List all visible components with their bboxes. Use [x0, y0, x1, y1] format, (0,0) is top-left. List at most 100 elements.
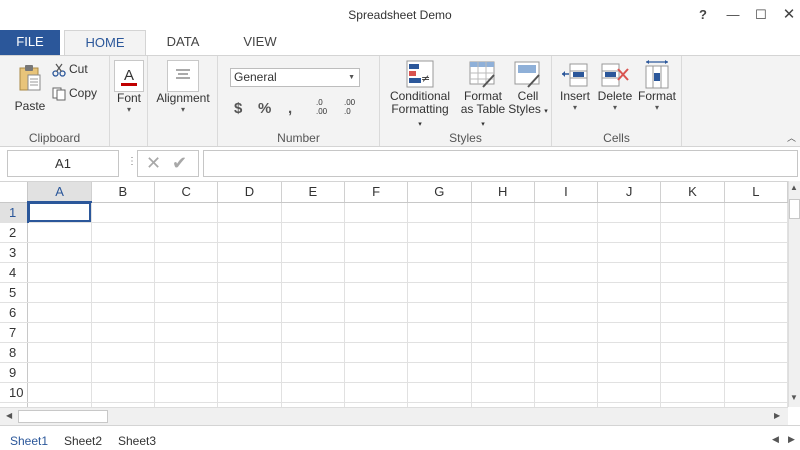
- grid-cell[interactable]: [91, 282, 156, 303]
- grid-cell[interactable]: [217, 362, 282, 383]
- grid-cell[interactable]: [344, 362, 409, 383]
- grid-cell[interactable]: [597, 202, 662, 223]
- column-header[interactable]: F: [344, 182, 409, 203]
- help-button[interactable]: ?: [692, 5, 714, 25]
- grid-cell[interactable]: [281, 342, 345, 363]
- cell-styles-button[interactable]: Cell Styles ▾: [508, 60, 548, 118]
- grid-cell[interactable]: [471, 342, 535, 363]
- grid-cell[interactable]: [344, 262, 409, 283]
- increase-decimal-button[interactable]: .0 .00: [316, 98, 338, 116]
- grid-cell[interactable]: [154, 262, 219, 283]
- grid-cell[interactable]: [281, 202, 345, 223]
- grid-cell[interactable]: [407, 222, 472, 243]
- grid-cell[interactable]: [660, 222, 725, 243]
- grid-cell[interactable]: [91, 222, 156, 243]
- next-sheet-icon[interactable]: ▶: [788, 434, 795, 445]
- scroll-left-icon[interactable]: ◀: [6, 411, 12, 420]
- grid-cell[interactable]: [91, 242, 156, 263]
- scroll-right-icon[interactable]: ▶: [774, 411, 780, 420]
- grid-cell[interactable]: [91, 382, 156, 403]
- column-header[interactable]: G: [407, 182, 472, 203]
- tab-home[interactable]: HOME: [64, 30, 146, 56]
- grid-cell[interactable]: [597, 222, 662, 243]
- column-header[interactable]: D: [217, 182, 282, 203]
- grid-cell[interactable]: [91, 202, 156, 223]
- grid-cell[interactable]: [471, 382, 535, 403]
- grid-cell[interactable]: [407, 282, 472, 303]
- grid-cell[interactable]: [407, 342, 472, 363]
- grid-cell[interactable]: [281, 262, 345, 283]
- row-header[interactable]: 1: [0, 202, 29, 223]
- grid-cell[interactable]: [471, 302, 535, 323]
- grid-cell[interactable]: [154, 322, 219, 343]
- grid-cell[interactable]: [344, 302, 409, 323]
- tab-data[interactable]: DATA: [152, 30, 214, 56]
- tab-view[interactable]: VIEW: [230, 30, 290, 56]
- select-all-corner[interactable]: [0, 182, 29, 203]
- grid-cell[interactable]: [471, 202, 535, 223]
- grid-cell[interactable]: [597, 282, 662, 303]
- grid-cell[interactable]: [597, 322, 662, 343]
- sheet-tab-1[interactable]: Sheet1: [10, 434, 48, 448]
- row-header[interactable]: 5: [0, 282, 29, 303]
- grid-cell[interactable]: [660, 302, 725, 323]
- grid-cell[interactable]: [344, 342, 409, 363]
- scroll-up-icon[interactable]: ▲: [790, 183, 798, 192]
- grid-cell[interactable]: [154, 242, 219, 263]
- grid-cell[interactable]: [91, 342, 156, 363]
- grid-cell[interactable]: [597, 242, 662, 263]
- grid-cell[interactable]: [407, 202, 472, 223]
- grid-cell[interactable]: [154, 282, 219, 303]
- grid-cell[interactable]: [724, 262, 788, 283]
- grid-cell[interactable]: [91, 362, 156, 383]
- grid-cell[interactable]: [724, 362, 788, 383]
- paste-button[interactable]: Paste: [12, 64, 48, 113]
- more-options-icon[interactable]: ⋮: [127, 156, 137, 167]
- grid-cell[interactable]: [660, 202, 725, 223]
- copy-button[interactable]: Copy: [52, 86, 106, 104]
- percent-button[interactable]: %: [258, 100, 271, 117]
- conditional-formatting-button[interactable]: ≠ Conditional Formatting ▾: [388, 60, 452, 131]
- grid-cell[interactable]: [217, 222, 282, 243]
- grid-cell[interactable]: [471, 322, 535, 343]
- grid-cell[interactable]: [660, 362, 725, 383]
- column-header[interactable]: K: [660, 182, 725, 203]
- grid-cell[interactable]: [724, 342, 788, 363]
- grid-cell[interactable]: [154, 342, 219, 363]
- grid-cell[interactable]: [281, 302, 345, 323]
- grid-cell[interactable]: [660, 322, 725, 343]
- formula-input[interactable]: [203, 150, 798, 177]
- grid-cell[interactable]: [91, 302, 156, 323]
- grid-cell[interactable]: [281, 282, 345, 303]
- grid-cell[interactable]: [597, 262, 662, 283]
- cancel-icon[interactable]: ✕: [146, 153, 161, 174]
- column-header[interactable]: B: [91, 182, 156, 203]
- column-header[interactable]: I: [534, 182, 599, 203]
- grid-cell[interactable]: [27, 262, 92, 283]
- grid-cell[interactable]: [534, 302, 599, 323]
- close-button[interactable]: ✕: [778, 5, 800, 25]
- grid-cell[interactable]: [217, 322, 282, 343]
- grid-cell[interactable]: [534, 382, 599, 403]
- grid-cell[interactable]: [660, 382, 725, 403]
- grid-cell[interactable]: [281, 382, 345, 403]
- grid-cell[interactable]: [597, 342, 662, 363]
- minimize-button[interactable]: —: [722, 5, 744, 25]
- grid-cell[interactable]: [91, 262, 156, 283]
- grid-cell[interactable]: [724, 242, 788, 263]
- grid-cell[interactable]: [217, 282, 282, 303]
- row-header[interactable]: 4: [0, 262, 29, 283]
- column-header[interactable]: H: [471, 182, 535, 203]
- grid-cell[interactable]: [217, 242, 282, 263]
- grid-cell[interactable]: [471, 362, 535, 383]
- grid-cell[interactable]: [281, 322, 345, 343]
- grid-cell[interactable]: [217, 262, 282, 283]
- collapse-ribbon-icon[interactable]: ︿: [787, 131, 796, 144]
- row-header[interactable]: 9: [0, 362, 29, 383]
- vertical-scroll-thumb[interactable]: [789, 199, 800, 219]
- grid-cell[interactable]: [91, 322, 156, 343]
- column-header[interactable]: J: [597, 182, 662, 203]
- cut-button[interactable]: Cut: [52, 62, 102, 80]
- grid-cell[interactable]: [724, 282, 788, 303]
- alignment-button[interactable]: Alignment ▾: [154, 60, 212, 115]
